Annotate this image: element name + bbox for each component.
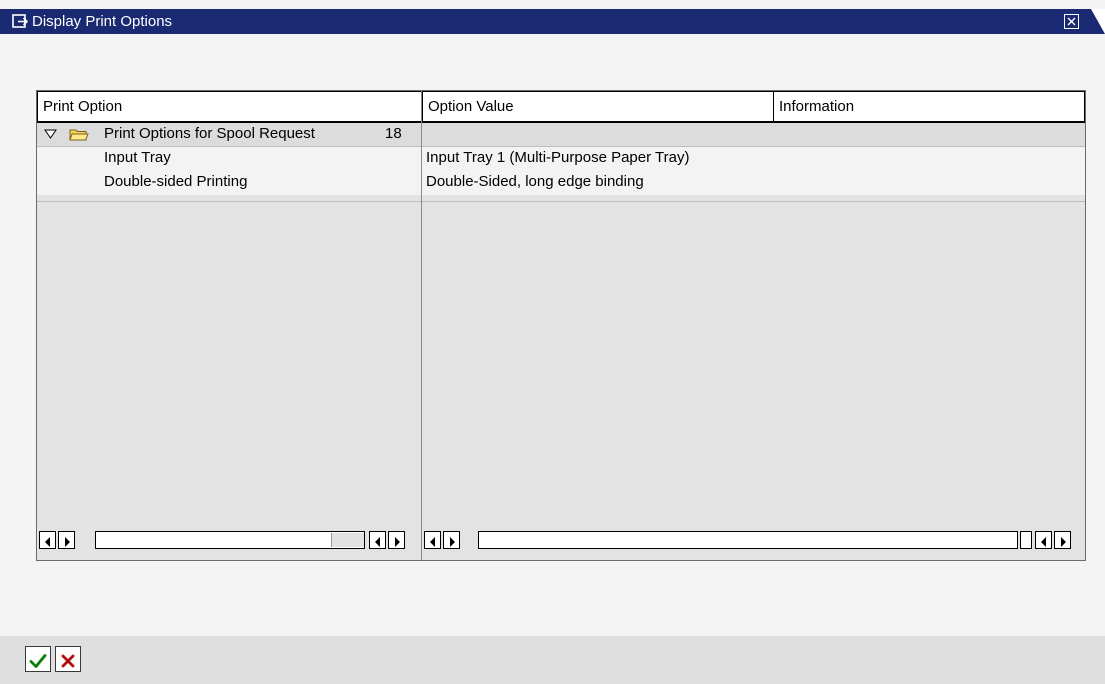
confirm-button[interactable] (25, 646, 51, 672)
table-row[interactable]: Input Tray (37, 147, 421, 171)
option-name: Double-sided Printing (104, 173, 248, 190)
scroll-left-button[interactable] (369, 531, 386, 549)
scroll-track[interactable] (478, 531, 1018, 549)
scroll-right-button[interactable] (443, 531, 460, 549)
row-divider (422, 201, 1085, 202)
scroll-right-button[interactable] (388, 531, 405, 549)
scroll-left-button[interactable] (39, 531, 56, 549)
arrow-left-icon (1040, 536, 1046, 547)
expand-triangle-icon[interactable] (44, 128, 57, 140)
scroll-left-button[interactable] (1035, 531, 1052, 549)
close-button[interactable] (1064, 14, 1079, 29)
arrow-right-icon (64, 536, 70, 547)
scroll-track[interactable] (95, 531, 365, 549)
scroll-thumb[interactable] (1020, 531, 1032, 549)
title-bar: Display Print Options (0, 9, 1105, 34)
column-header-print-option[interactable]: Print Option (37, 91, 421, 123)
arrow-right-icon (449, 536, 455, 547)
tree-pane: Print Option Print Options for Spool Req… (37, 91, 422, 560)
tree-horizontal-scrollbar[interactable] (39, 531, 420, 549)
scroll-right-button[interactable] (1054, 531, 1071, 549)
row-divider (37, 201, 421, 202)
option-value: Double-Sided, long edge binding (426, 173, 644, 190)
option-value: Input Tray 1 (Multi-Purpose Paper Tray) (426, 149, 690, 166)
title-bar-corner (1091, 9, 1105, 34)
arrow-left-icon (374, 536, 380, 547)
checkmark-icon (29, 653, 47, 668)
table-row[interactable]: Double-sided Printing (37, 171, 421, 195)
group-number: 18 (385, 125, 402, 142)
tree-group-row[interactable]: Print Options for Spool Request 18 (37, 123, 421, 147)
scroll-right-button[interactable] (58, 531, 75, 549)
values-pane: Option Value Information Input Tray 1 (M… (422, 91, 1085, 560)
option-name: Input Tray (104, 149, 171, 166)
column-header-option-value[interactable]: Option Value (422, 91, 774, 123)
open-folder-icon (69, 129, 89, 141)
close-icon (1067, 17, 1076, 26)
arrow-left-icon (429, 536, 435, 547)
display-window-icon (12, 14, 28, 28)
arrow-right-icon (394, 536, 400, 547)
tree-group-row-values[interactable] (422, 123, 1085, 147)
cancel-button[interactable] (55, 646, 81, 672)
scroll-thumb[interactable] (331, 533, 364, 547)
table-row[interactable]: Double-Sided, long edge binding (422, 171, 1085, 195)
column-header-information[interactable]: Information (773, 91, 1085, 123)
group-label: Print Options for Spool Request (104, 125, 315, 142)
window-title: Display Print Options (32, 13, 173, 30)
arrow-right-icon (1060, 536, 1066, 547)
table-row[interactable]: Input Tray 1 (Multi-Purpose Paper Tray) (422, 147, 1085, 171)
values-horizontal-scrollbar[interactable] (424, 531, 1083, 549)
print-options-grid: Print Option Print Options for Spool Req… (36, 90, 1086, 561)
print-options-dialog: Display Print Options Print Option Print… (0, 0, 1105, 684)
scroll-left-button[interactable] (424, 531, 441, 549)
dialog-footer (0, 636, 1105, 684)
cancel-x-icon (61, 654, 75, 667)
arrow-left-icon (44, 536, 50, 547)
